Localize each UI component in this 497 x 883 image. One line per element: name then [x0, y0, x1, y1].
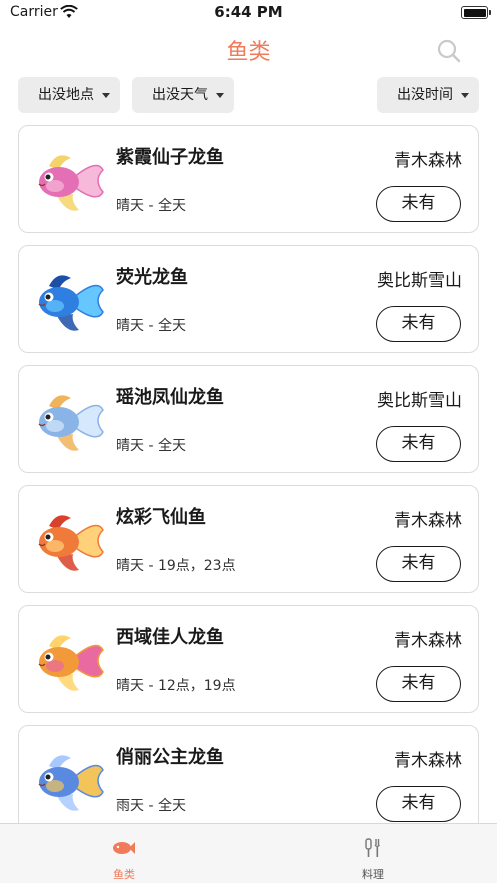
tab-bar: 鱼类 料理 [0, 823, 497, 883]
fish-name: 荧光龙鱼 [116, 267, 188, 288]
fish-location: 青木森林 [394, 631, 462, 651]
fish-card[interactable]: 西域佳人龙鱼 晴天 - 12点，19点 青木森林 未有 [18, 605, 479, 713]
fish-weather-time: 晴天 - 全天 [116, 438, 186, 454]
status-bar: Carrier 6:44 PM [0, 0, 497, 26]
fish-image [38, 755, 104, 811]
filter-weather-label: 出没天气 [152, 87, 208, 103]
filter-weather-dropdown[interactable]: 出没天气 [132, 77, 234, 113]
fish-name: 炫彩飞仙鱼 [116, 507, 206, 528]
fish-icon [113, 842, 135, 854]
cooking-icon [365, 838, 381, 857]
fish-location: 奥比斯雪山 [377, 271, 462, 291]
tab-fish-label: 鱼类 [113, 868, 135, 881]
fish-weather-time: 雨天 - 全天 [116, 798, 186, 814]
filter-time-label: 出没时间 [397, 87, 453, 103]
filter-location-dropdown[interactable]: 出没地点 [18, 77, 120, 113]
fish-location: 奥比斯雪山 [377, 391, 462, 411]
fish-name: 西域佳人龙鱼 [116, 627, 224, 648]
ownership-button[interactable]: 未有 [376, 426, 461, 462]
fish-card[interactable]: 俏丽公主龙鱼 雨天 - 全天 青木森林 未有 [18, 725, 479, 833]
caret-down-icon [102, 93, 110, 98]
fish-card[interactable]: 荧光龙鱼 晴天 - 全天 奥比斯雪山 未有 [18, 245, 479, 353]
fish-weather-time: 晴天 - 全天 [116, 198, 186, 214]
fish-list: 紫霞仙子龙鱼 晴天 - 全天 青木森林 未有 荧光龙鱼 晴天 - 全天 奥比斯雪… [18, 125, 479, 845]
fish-name: 紫霞仙子龙鱼 [116, 147, 224, 168]
tab-cooking-label: 料理 [362, 868, 384, 881]
fish-weather-time: 晴天 - 19点，23点 [116, 558, 236, 574]
fish-weather-time: 晴天 - 全天 [116, 318, 186, 334]
ownership-button[interactable]: 未有 [376, 546, 461, 582]
fish-location: 青木森林 [394, 751, 462, 771]
ownership-button[interactable]: 未有 [376, 666, 461, 702]
fish-name: 瑶池凤仙龙鱼 [116, 387, 224, 408]
tab-cooking[interactable]: 料理 [249, 824, 497, 883]
fish-card[interactable]: 瑶池凤仙龙鱼 晴天 - 全天 奥比斯雪山 未有 [18, 365, 479, 473]
caret-down-icon [216, 93, 224, 98]
fish-image [38, 635, 104, 691]
filter-location-label: 出没地点 [38, 87, 94, 103]
fish-card[interactable]: 紫霞仙子龙鱼 晴天 - 全天 青木森林 未有 [18, 125, 479, 233]
fish-image [38, 515, 104, 571]
battery-icon [461, 6, 491, 19]
fish-image [38, 155, 104, 211]
fish-weather-time: 晴天 - 12点，19点 [116, 678, 236, 694]
search-icon[interactable] [437, 39, 461, 63]
tab-fish[interactable]: 鱼类 [0, 824, 248, 883]
ownership-button[interactable]: 未有 [376, 186, 461, 222]
ownership-button[interactable]: 未有 [376, 786, 461, 822]
fish-name: 俏丽公主龙鱼 [116, 747, 224, 768]
page-title: 鱼类 [226, 40, 271, 65]
fish-card[interactable]: 炫彩飞仙鱼 晴天 - 19点，23点 青木森林 未有 [18, 485, 479, 593]
fish-location: 青木森林 [394, 511, 462, 531]
caret-down-icon [461, 93, 469, 98]
fish-image [38, 275, 104, 331]
ownership-button[interactable]: 未有 [376, 306, 461, 342]
status-time: 6:44 PM [214, 3, 283, 21]
filter-time-dropdown[interactable]: 出没时间 [377, 77, 479, 113]
fish-image [38, 395, 104, 451]
fish-location: 青木森林 [394, 151, 462, 171]
